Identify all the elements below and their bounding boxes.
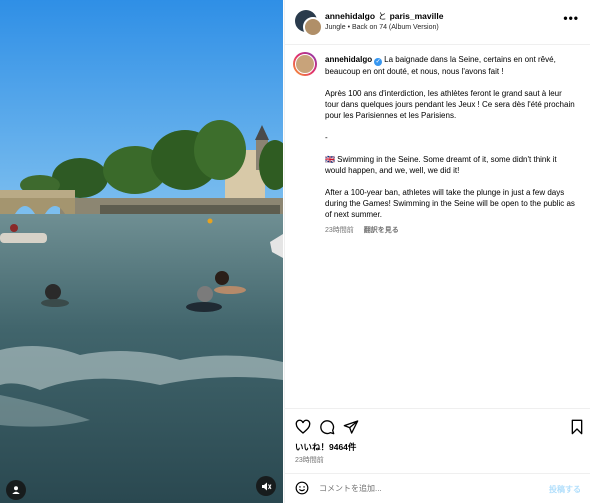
mute-button[interactable] [256, 476, 276, 496]
caption-timestamp[interactable]: 23時間前 [325, 227, 354, 234]
music-info[interactable]: Jungle • Back on 74 (Album Version) [325, 24, 439, 31]
caption-meta: 23時間前 翻訳を見る [325, 225, 575, 236]
post-comment-button[interactable]: 投稿する [549, 484, 581, 495]
seine-swimming-scene [0, 0, 283, 503]
translate-link[interactable]: 翻訳を見る [364, 227, 399, 234]
action-bar [285, 408, 590, 441]
more-options-icon[interactable]: ••• [563, 12, 579, 24]
bookmark-icon[interactable] [569, 419, 585, 435]
connector-text: と [378, 11, 387, 21]
caption-paragraph: After a 100-year ban, athletes will take… [325, 188, 575, 219]
post-timestamp[interactable]: 23時間前 [295, 455, 324, 465]
send-icon[interactable] [343, 419, 359, 435]
comment-bar: 投稿する [285, 473, 590, 504]
username-link[interactable]: annehidalgo [325, 11, 375, 21]
username-link[interactable]: paris_maville [390, 11, 444, 21]
post-header: annehidalgo と paris_maville Jungle • Back … [285, 0, 590, 45]
heart-icon[interactable] [295, 419, 311, 435]
caption-paragraph: Après 100 ans d'interdiction, les athlèt… [325, 89, 575, 120]
avatar[interactable] [293, 52, 317, 76]
caption-paragraph: 🇬🇧 Swimming in the Seine. Some dreamt of… [325, 155, 557, 175]
like-count[interactable]: いいね！9464件 [295, 441, 356, 453]
post-media-video[interactable] [0, 0, 283, 503]
tagged-users-button[interactable] [6, 480, 26, 500]
comment-icon[interactable] [319, 419, 335, 435]
collab-usernames: annehidalgo と paris_maville [325, 10, 443, 22]
speaker-muted-icon [261, 482, 271, 490]
caption-text: annehidalgo ✓ La baignade dans la Seine, c… [325, 54, 575, 236]
person-icon [12, 486, 20, 494]
smiley-icon[interactable] [295, 481, 309, 495]
caption-paragraph: - [325, 133, 328, 142]
comment-input[interactable] [319, 480, 519, 496]
collab-avatar[interactable] [303, 17, 323, 37]
post-side-panel: annehidalgo と paris_maville Jungle • Back … [284, 0, 590, 503]
username-link[interactable]: annehidalgo [325, 55, 372, 64]
verified-badge-icon: ✓ [374, 58, 383, 66]
